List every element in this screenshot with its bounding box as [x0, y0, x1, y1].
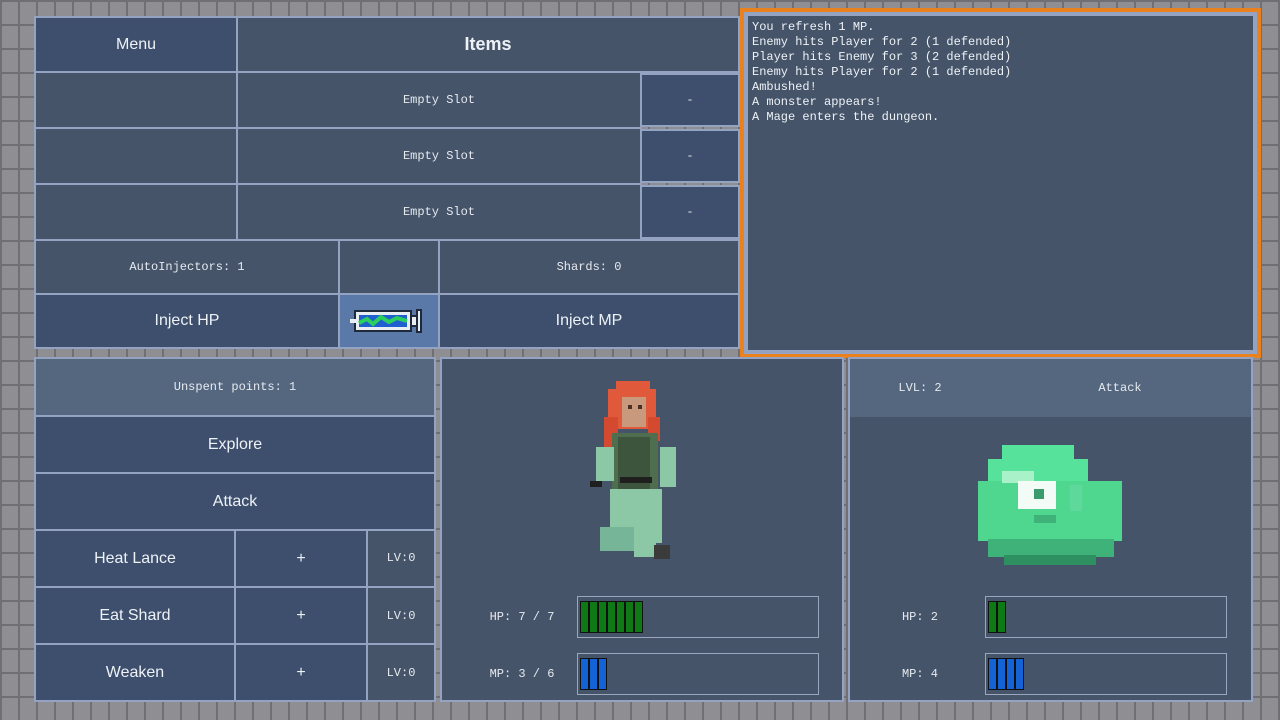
player-hp-segment: [634, 601, 643, 633]
player-hp-bar: [577, 596, 819, 638]
enemy-hp-bar: [985, 596, 1227, 638]
item-slot-use-button[interactable]: -: [640, 129, 740, 183]
inject-hp-button[interactable]: Inject HP: [34, 293, 340, 349]
shards-count: Shards: 0: [438, 239, 740, 295]
item-slot-use-button[interactable]: -: [640, 185, 740, 239]
enemy-mp-bar: [985, 653, 1227, 695]
unspent-points: Unspent points: 1: [34, 357, 436, 417]
items-title: Items: [236, 16, 740, 73]
skill-weaken-button[interactable]: Weaken: [34, 643, 236, 702]
explore-button[interactable]: Explore: [34, 415, 436, 474]
player-hp-segment: [616, 601, 625, 633]
menu-button[interactable]: Menu: [34, 16, 238, 73]
player-hp-segment: [580, 601, 589, 633]
skill-weaken-level: LV:0: [366, 643, 436, 702]
injector-slot: [338, 239, 440, 295]
skill-eat-shard-button[interactable]: Eat Shard: [34, 586, 236, 645]
skill-heat-lance-button[interactable]: Heat Lance: [34, 529, 236, 588]
log-line: Player hits Enemy for 3 (2 defended): [752, 50, 1012, 64]
enemy-hp-segment: [988, 601, 997, 633]
skill-heat-lance-upgrade-button[interactable]: +: [234, 529, 368, 588]
enemy-mp-segment: [1015, 658, 1024, 690]
combat-log-text: You refresh 1 MP. Enemy hits Player for …: [748, 16, 1253, 350]
autoinjectors-count: AutoInjectors: 1: [34, 239, 340, 295]
enemy-header: LVL: 2 Attack: [850, 359, 1251, 417]
item-slot-name: Empty Slot: [236, 127, 642, 185]
enemy-level: LVL: 2: [898, 381, 942, 395]
log-line: A monster appears!: [752, 95, 882, 109]
player-hp-segment: [598, 601, 607, 633]
player-mp-segment: [598, 658, 607, 690]
item-slot-icon: [34, 71, 238, 129]
player-mp-segment: [589, 658, 598, 690]
player-hp-segment: [589, 601, 598, 633]
skill-heat-lance-level: LV:0: [366, 529, 436, 588]
enemy-hp-segment: [997, 601, 1006, 633]
log-line: Enemy hits Player for 2 (1 defended): [752, 65, 1012, 79]
inject-mp-button[interactable]: Inject MP: [438, 293, 740, 349]
player-panel: HP: 7 / 7 MP: 3 / 6: [440, 357, 844, 702]
enemy-mp-segment: [988, 658, 997, 690]
player-hp-segment: [607, 601, 616, 633]
enemy-hp-label: HP: 2: [901, 610, 938, 624]
player-mp-label: MP: 3 / 6: [489, 667, 555, 681]
player-mp-segment: [580, 658, 589, 690]
enemy-mp-segment: [1006, 658, 1015, 690]
combat-log[interactable]: You refresh 1 MP. Enemy hits Player for …: [740, 8, 1261, 358]
skill-eat-shard-upgrade-button[interactable]: +: [234, 586, 368, 645]
log-line: A Mage enters the dungeon.: [752, 110, 940, 124]
log-line: You refresh 1 MP.: [752, 20, 875, 34]
enemy-intent: Attack: [1098, 381, 1142, 395]
player-hp-label: HP: 7 / 7: [489, 610, 555, 624]
syringe-icon: [338, 293, 440, 349]
player-mp-bar: [577, 653, 819, 695]
enemy-mp-label: MP: 4: [901, 667, 938, 681]
enemy-mp-segment: [997, 658, 1006, 690]
item-slot-icon: [34, 127, 238, 185]
attack-button[interactable]: Attack: [34, 472, 436, 531]
item-slot-name: Empty Slot: [236, 71, 642, 129]
skill-eat-shard-level: LV:0: [366, 586, 436, 645]
item-slot-icon: [34, 183, 238, 241]
syringe-icon-graphic: [350, 309, 422, 333]
player-hp-segment: [625, 601, 634, 633]
item-slot-use-button[interactable]: -: [640, 73, 740, 127]
log-line: Enemy hits Player for 2 (1 defended): [752, 35, 1012, 49]
player-mage-sprite: [590, 381, 676, 559]
enemy-panel: LVL: 2 Attack HP: 2 MP: 4: [848, 357, 1253, 702]
log-line: Ambushed!: [752, 80, 817, 94]
item-slot-name: Empty Slot: [236, 183, 642, 241]
enemy-slime-sprite: [978, 445, 1122, 565]
skill-weaken-upgrade-button[interactable]: +: [234, 643, 368, 702]
